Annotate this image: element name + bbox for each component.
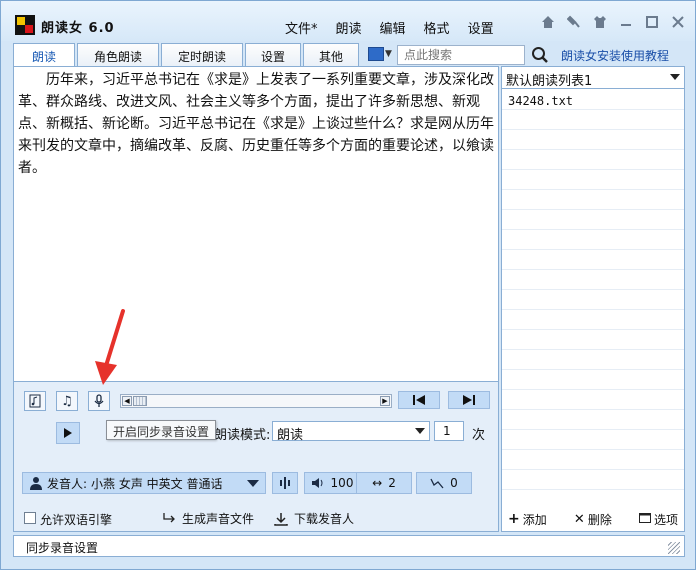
times-label: 次 <box>472 428 486 443</box>
mode-label: 朗读模式: <box>214 428 271 443</box>
scroll-right-icon[interactable]: ▶ <box>380 396 390 406</box>
playlist-select[interactable]: 默认朗读列表1 <box>502 67 684 89</box>
generate-label: 生成声音文件 <box>182 512 255 526</box>
tab-read[interactable]: 朗读 <box>13 43 75 68</box>
dual-engine-checkbox[interactable] <box>24 512 36 524</box>
menu-format[interactable]: 格式 <box>424 18 450 37</box>
pitch-value: 0 <box>450 476 458 490</box>
playlist-actions: + 添加 ✕ 删除 选项 <box>502 507 684 531</box>
app-title: 朗读女 6.0 <box>41 21 115 36</box>
window-icon <box>638 512 651 526</box>
menu-file[interactable]: 文件* <box>285 18 318 37</box>
voice-wave-icon <box>280 477 290 489</box>
shirt-icon[interactable] <box>593 15 607 29</box>
pitch-icon <box>430 478 444 489</box>
chevron-down-icon <box>670 74 680 80</box>
menu-bar: 文件* 朗读 编辑 格式 设置 <box>285 18 494 37</box>
playlist-list: 34248.txt <box>502 90 684 510</box>
speed-control[interactable]: ↔ 2 <box>356 472 412 494</box>
tooltip: 开启同步录音设置 <box>106 420 217 440</box>
pitch-control[interactable]: 0 <box>416 472 472 494</box>
arrows-horizontal-icon: ↔ <box>372 476 383 490</box>
minimize-icon[interactable] <box>619 15 633 29</box>
tab-other[interactable]: 其他 <box>303 43 359 67</box>
resize-grip-icon[interactable] <box>668 542 680 554</box>
voice-select[interactable]: 发音人: 小燕 女声 中英文 普通话 <box>22 472 266 494</box>
skin-icon[interactable] <box>368 47 384 61</box>
volume-control[interactable]: 100 <box>304 472 360 494</box>
open-file-button[interactable] <box>24 391 46 411</box>
doc-music-icon <box>29 394 41 408</box>
play-icon <box>64 428 72 438</box>
previous-button[interactable] <box>398 391 440 409</box>
music-icon: ♫ <box>61 393 73 409</box>
volume-value: 100 <box>330 476 354 490</box>
scroll-left-icon[interactable]: ◀ <box>122 396 132 406</box>
dual-engine-label: 允许双语引擎 <box>40 513 113 527</box>
voice-value: 小燕 女声 中英文 普通话 <box>91 476 223 491</box>
tab-bar: 朗读 角色朗读 定时朗读 设置 其他 <box>13 43 361 68</box>
person-icon <box>30 477 42 490</box>
app-window: 朗读女 6.0 文件* 朗读 编辑 格式 设置 朗读 角色朗读 定时朗读 设置 … <box>0 0 696 570</box>
mode-value: 朗读 <box>277 428 304 443</box>
window-controls <box>541 15 685 29</box>
plus-icon: + <box>508 511 520 527</box>
menu-settings[interactable]: 设置 <box>468 18 494 37</box>
text-editor[interactable]: 历年来，习近平总书记在《求是》上发表了一系列重要文章，涉及深化改革、群众路线、改… <box>13 66 499 382</box>
progress-slider[interactable]: ◀ ▶ <box>120 394 392 408</box>
voice-label: 发音人: <box>47 476 88 491</box>
search-input[interactable] <box>397 45 525 65</box>
title-bar: 朗读女 6.0 文件* 朗读 编辑 格式 设置 <box>1 1 695 41</box>
tutorial-link[interactable]: 朗读女安装使用教程 <box>561 47 669 64</box>
editor-text: 历年来，习近平总书记在《求是》上发表了一系列重要文章，涉及深化改革、群众路线、改… <box>18 72 494 176</box>
pin-icon[interactable] <box>566 15 581 29</box>
progress-thumb[interactable] <box>133 396 147 406</box>
list-item[interactable]: 34248.txt <box>502 90 684 110</box>
convert-icon <box>163 512 175 522</box>
skip-back-icon <box>413 395 425 405</box>
search-icon[interactable] <box>531 46 549 64</box>
delete-label: 删除 <box>587 512 612 527</box>
options-button[interactable]: 选项 <box>638 511 678 528</box>
add-label: 添加 <box>522 512 547 527</box>
speed-value: 2 <box>388 476 396 490</box>
home-icon[interactable] <box>541 15 555 29</box>
mode-select[interactable]: 朗读 <box>272 421 430 443</box>
menu-read[interactable]: 朗读 <box>336 18 362 37</box>
playlist-selected: 默认朗读列表1 <box>506 74 593 89</box>
tab-settings[interactable]: 设置 <box>245 43 301 67</box>
play-button[interactable] <box>56 422 80 444</box>
playlist-panel: 默认朗读列表1 34248.txt + 添加 ✕ 删除 选项 <box>501 66 685 532</box>
skin-dropdown-icon[interactable]: ▼ <box>385 49 392 59</box>
status-text: 同步录音设置 <box>26 541 99 555</box>
voice-effect-button[interactable] <box>272 472 298 494</box>
options-label: 选项 <box>653 512 678 527</box>
microphone-icon <box>94 394 104 407</box>
next-button[interactable] <box>448 391 490 409</box>
chevron-down-icon <box>415 428 425 434</box>
tab-timed-read[interactable]: 定时朗读 <box>161 43 243 67</box>
generate-audio-button[interactable]: 生成声音文件 <box>162 510 254 527</box>
record-sync-button[interactable] <box>88 391 110 411</box>
music-button[interactable]: ♫ <box>56 391 78 411</box>
download-icon <box>274 512 288 526</box>
app-logo-icon <box>15 15 35 35</box>
status-bar: 同步录音设置 <box>13 535 685 557</box>
volume-icon <box>311 478 323 488</box>
download-voice-button[interactable]: 下载发音人 <box>274 510 354 527</box>
maximize-icon[interactable] <box>645 15 659 29</box>
add-button[interactable]: + 添加 <box>508 511 547 528</box>
delete-button[interactable]: ✕ 删除 <box>574 511 612 528</box>
close-icon[interactable] <box>671 15 685 29</box>
x-icon: ✕ <box>573 511 585 527</box>
download-label: 下载发音人 <box>294 512 355 526</box>
menu-edit[interactable]: 编辑 <box>380 18 406 37</box>
red-arrow-icon <box>95 309 125 385</box>
control-panel: ♫ ◀ ▶ 朗读模式: 朗读 1 次 开启同步录音设置 发音人: 小燕 女声 中… <box>13 382 499 532</box>
tab-role-read[interactable]: 角色朗读 <box>77 43 159 67</box>
skip-forward-icon <box>463 395 475 405</box>
bottom-options: 允许双语引擎 生成声音文件 下载发音人 <box>22 510 492 530</box>
repeat-times-input[interactable]: 1 <box>434 421 464 441</box>
chevron-down-icon <box>247 479 259 487</box>
